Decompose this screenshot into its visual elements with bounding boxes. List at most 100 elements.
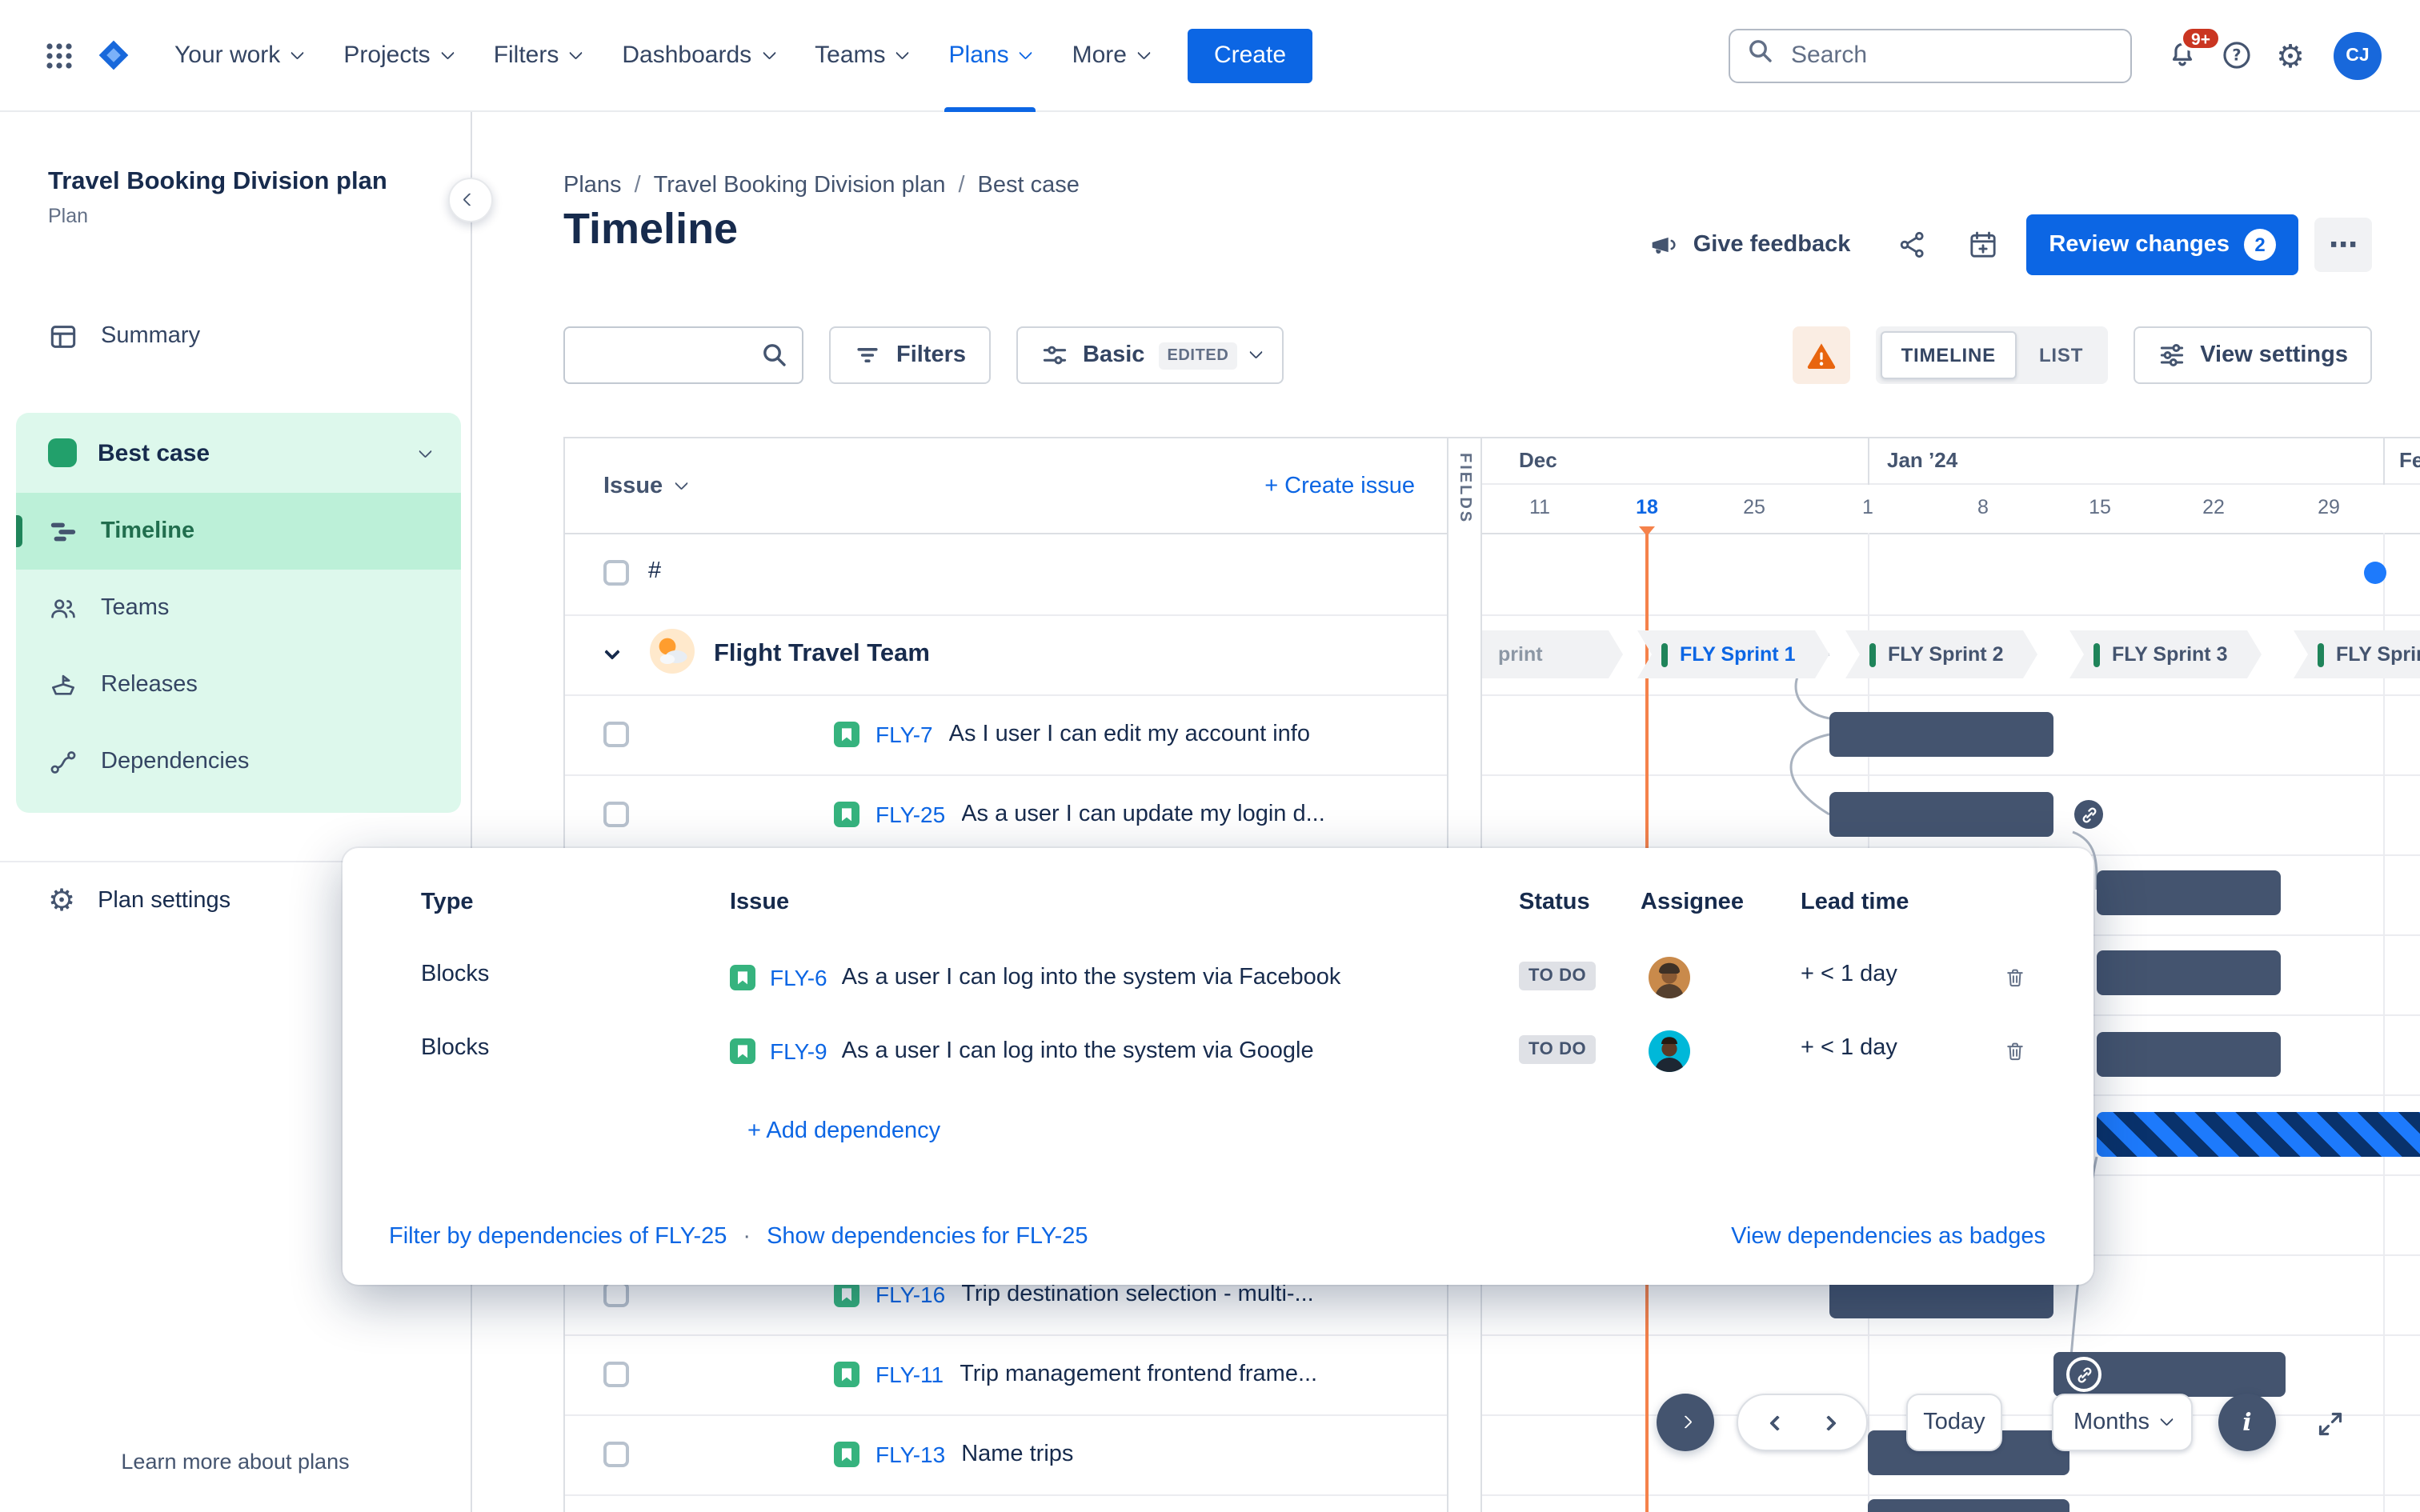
delete-dependency-button[interactable] xyxy=(1994,957,2036,998)
sidebar-item-releases[interactable]: Releases xyxy=(16,647,461,724)
issue-row[interactable]: FLY-25 As a user I can update my login d… xyxy=(834,774,1447,854)
assignee-avatar[interactable] xyxy=(1649,957,1690,1006)
show-dependencies-link[interactable]: Show dependencies for FLY-25 xyxy=(767,1224,1088,1250)
more-options-button[interactable]: ⋯ xyxy=(2314,218,2372,272)
release-dot-indicator[interactable] xyxy=(2364,562,2386,584)
sidebar-item-label: Releases xyxy=(101,672,198,698)
delete-dependency-button[interactable] xyxy=(1994,1030,2036,1072)
help-button[interactable]: ? xyxy=(2209,28,2263,82)
gantt-bar-fly25[interactable] xyxy=(1829,792,2053,837)
issue-row[interactable]: FLY-13 Name trips xyxy=(834,1414,1447,1494)
review-changes-button[interactable]: Review changes 2 xyxy=(2026,214,2298,275)
select-all-checkbox[interactable] xyxy=(603,560,629,586)
breadcrumb-plans[interactable]: Plans xyxy=(563,173,622,198)
issue-key-link[interactable]: FLY-7 xyxy=(875,722,933,747)
sprint-pill[interactable]: FLY Sprint 3 xyxy=(2069,630,2262,678)
issue-key-link[interactable]: FLY-9 xyxy=(770,1038,827,1064)
app-switcher-icon[interactable] xyxy=(32,28,86,82)
create-issue-button[interactable]: + Create issue xyxy=(1255,471,1424,500)
create-button[interactable]: Create xyxy=(1188,28,1312,82)
issue-key-link[interactable]: FLY-16 xyxy=(875,1282,945,1307)
header-divider xyxy=(565,533,2420,534)
nav-item-teams[interactable]: Teams xyxy=(794,0,928,111)
issue-search-input[interactable] xyxy=(581,341,751,370)
sprint-pill[interactable]: FLY Sprint 2 xyxy=(1845,630,2037,678)
filters-button[interactable]: Filters xyxy=(829,326,991,384)
tab-list[interactable]: LIST xyxy=(2020,344,2102,366)
breadcrumb-plan-name[interactable]: Travel Booking Division plan xyxy=(654,173,946,198)
issue-key-link[interactable]: FLY-11 xyxy=(875,1362,944,1387)
issue-summary: As I user I can edit my account info xyxy=(948,722,1310,747)
gantt-bar[interactable] xyxy=(2097,870,2281,915)
give-feedback-button[interactable]: Give feedback xyxy=(1637,227,1861,262)
dependency-link-badge[interactable] xyxy=(2071,797,2106,832)
row-checkbox[interactable] xyxy=(603,1282,629,1307)
sidebar-item-dependencies[interactable]: Dependencies xyxy=(16,724,461,801)
assignee-avatar[interactable] xyxy=(1649,1030,1690,1080)
zoom-level-dropdown[interactable]: Months xyxy=(2052,1394,2193,1451)
export-schedule-button[interactable] xyxy=(1956,218,2010,272)
dependency-issue: FLY-9 As a user I can log into the syste… xyxy=(730,1026,1314,1077)
global-search-box[interactable] xyxy=(1729,28,2132,82)
row-checkbox[interactable] xyxy=(603,722,629,747)
skip-forward-button[interactable] xyxy=(1657,1394,1714,1451)
gantt-bar-striped[interactable] xyxy=(2097,1112,2420,1157)
gantt-bar[interactable] xyxy=(2097,950,2281,995)
issue-key-link[interactable]: FLY-25 xyxy=(875,802,945,827)
issue-key-link[interactable]: FLY-13 xyxy=(875,1442,945,1467)
sprint-pill-active[interactable]: FLY Sprint 1 xyxy=(1637,630,1829,678)
issue-key-link[interactable]: FLY-6 xyxy=(770,965,827,990)
dependency-link-badge[interactable] xyxy=(2066,1357,2101,1392)
filter-by-dependencies-link[interactable]: Filter by dependencies of FLY-25 xyxy=(389,1224,727,1250)
info-button[interactable]: i xyxy=(2218,1394,2276,1451)
breadcrumb-scenario[interactable]: Best case xyxy=(978,173,1080,198)
sprint-pill-past[interactable]: print xyxy=(1482,630,1623,678)
row-checkbox[interactable] xyxy=(603,802,629,827)
nav-item-filters[interactable]: Filters xyxy=(473,0,602,111)
today-button[interactable]: Today xyxy=(1906,1394,2002,1451)
user-avatar[interactable]: CJ xyxy=(2334,31,2382,79)
sprint-label: FLY Sprint 3 xyxy=(2112,643,2228,666)
issue-row[interactable]: FLY-11 Trip management frontend frame... xyxy=(834,1334,1447,1414)
chevron-down-icon[interactable] xyxy=(604,643,620,659)
status-badge: TO DO xyxy=(1519,962,1597,990)
chevron-down-icon xyxy=(441,46,454,58)
issue-row[interactable]: FLY-7 As I user I can edit my account in… xyxy=(834,694,1447,774)
gantt-bar-partial[interactable] xyxy=(1868,1499,2069,1512)
row-checkbox[interactable] xyxy=(603,1442,629,1467)
jira-logo[interactable] xyxy=(86,28,141,82)
sidebar-collapse-button[interactable] xyxy=(448,178,493,222)
lead-time-value: + < 1 day xyxy=(1801,962,1897,987)
share-button[interactable] xyxy=(1885,218,1940,272)
nav-item-more[interactable]: More xyxy=(1052,0,1169,111)
notifications-button[interactable]: 9+ xyxy=(2154,25,2222,82)
view-dependencies-as-badges-link[interactable]: View dependencies as badges xyxy=(1731,1224,2045,1250)
row-checkbox[interactable] xyxy=(603,1362,629,1387)
tab-timeline[interactable]: TIMELINE xyxy=(1880,331,2017,379)
sidebar-item-summary[interactable]: Summary xyxy=(0,305,471,369)
sidebar-item-teams[interactable]: Teams xyxy=(16,570,461,647)
warnings-button[interactable] xyxy=(1792,326,1850,384)
issue-column-dropdown[interactable]: Issue xyxy=(603,473,688,498)
view-settings-button[interactable]: View settings xyxy=(2133,326,2372,384)
issue-search-box[interactable] xyxy=(563,326,803,384)
fullscreen-button[interactable] xyxy=(2305,1398,2356,1450)
gantt-bar[interactable] xyxy=(2097,1032,2281,1077)
scroll-right-button[interactable] xyxy=(1820,1414,1836,1430)
header-actions: Give feedback Review changes 2 ⋯ xyxy=(1637,214,2372,275)
scroll-left-button[interactable] xyxy=(1769,1414,1785,1430)
sprint-pill[interactable]: FLY Sprin xyxy=(2294,630,2420,678)
nav-item-projects[interactable]: Projects xyxy=(323,0,472,111)
gantt-bar-fly7[interactable] xyxy=(1829,712,2053,757)
add-dependency-link[interactable]: + Add dependency xyxy=(738,1117,950,1146)
settings-gear-button[interactable]: ⚙ xyxy=(2263,28,2318,82)
learn-more-link[interactable]: Learn more about plans xyxy=(0,1450,471,1474)
team-group-row[interactable]: Flight Travel Team xyxy=(565,614,1447,694)
view-mode-dropdown[interactable]: Basic EDITED xyxy=(1016,326,1284,384)
nav-item-your-work[interactable]: Your work xyxy=(154,0,323,111)
scenario-selector[interactable]: Best case xyxy=(16,414,461,494)
nav-item-dashboards[interactable]: Dashboards xyxy=(601,0,794,111)
nav-item-plans[interactable]: Plans xyxy=(928,0,1052,111)
sidebar-item-timeline[interactable]: Timeline xyxy=(16,493,461,570)
global-search-input[interactable] xyxy=(1788,40,2114,70)
